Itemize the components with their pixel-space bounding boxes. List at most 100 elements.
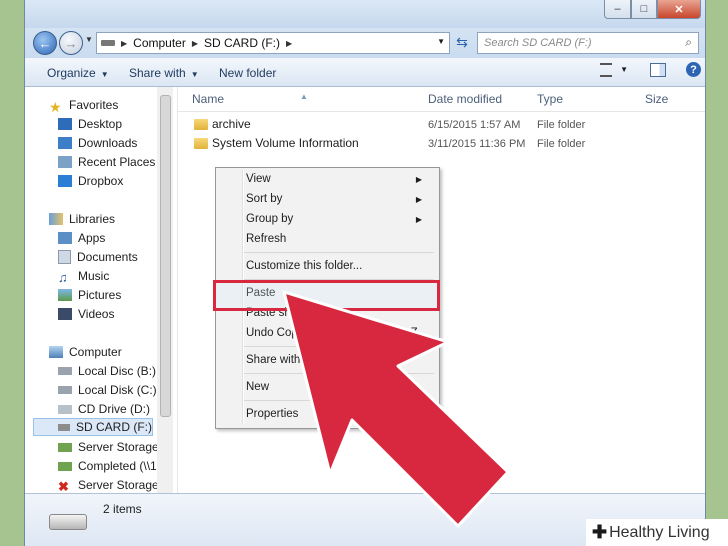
music-note-icon: ♫ [58, 270, 68, 285]
dropbox-icon [58, 175, 72, 187]
breadcrumb-sd-card[interactable]: SD CARD (F:) [204, 36, 280, 50]
file-row-system-volume[interactable]: System Volume Information [194, 134, 359, 152]
nav-favorites[interactable]: ★ Favorites [49, 96, 119, 115]
nav-computer[interactable]: Computer [49, 343, 122, 361]
disk-drive-icon [58, 386, 72, 394]
back-arrow-icon: ← [38, 35, 52, 51]
group-by-label: Group by [246, 213, 294, 225]
nav-item-desktop[interactable]: Desktop [58, 115, 122, 133]
nav-disc-b-label: Local Disc (B:) [78, 364, 157, 378]
forward-arrow-icon: → [64, 35, 78, 51]
nav-item-completed[interactable]: Completed (\\19 [58, 457, 163, 475]
share-with-button[interactable]: Share with ▼ [129, 66, 199, 80]
nav-item-local-disc-b[interactable]: Local Disc (B:) [58, 362, 156, 380]
disconnected-drive-icon: ✖ [58, 479, 69, 494]
pictures-icon [58, 289, 72, 301]
libraries-icon [49, 213, 63, 225]
menu-item-sort-by[interactable]: Sort by ▶ [246, 190, 432, 208]
menu-item-undo-copy[interactable]: Undo Cop [246, 324, 298, 342]
folder-icon [194, 137, 208, 149]
nav-favorites-label: Favorites [69, 98, 119, 112]
forward-button[interactable]: → [59, 31, 83, 55]
nav-item-apps[interactable]: Apps [58, 229, 105, 247]
toolbar-icons: ▼ ? [600, 62, 701, 77]
organize-button[interactable]: Organize ▼ [47, 66, 109, 80]
nav-item-downloads[interactable]: Downloads [58, 134, 137, 152]
chevron-right-icon[interactable]: ▶ [192, 39, 198, 48]
nav-recent-label: Recent Places [78, 155, 156, 169]
sort-by-label: Sort by [246, 193, 283, 205]
chevron-down-icon: ▼ [190, 70, 199, 79]
file-date: 6/15/2015 1:57 AM [428, 119, 521, 131]
menu-item-view[interactable]: View ▶ [246, 170, 432, 188]
nav-item-cd-drive[interactable]: CD Drive (D:) [58, 400, 150, 418]
network-drive-icon [58, 461, 72, 471]
videos-icon [58, 308, 72, 320]
menu-item-share-with[interactable]: Share with [246, 351, 300, 369]
file-date: 3/11/2015 11:36 PM [428, 138, 526, 150]
recent-pages-dropdown-icon[interactable]: ▼ [85, 35, 93, 44]
menu-item-new[interactable]: New [246, 378, 269, 396]
command-bar: Organize ▼ Share with ▼ New folder ▼ ? [25, 58, 705, 87]
nav-item-pictures[interactable]: Pictures [58, 286, 121, 304]
file-type: File folder [537, 119, 586, 131]
view-dropdown-icon[interactable]: ▼ [620, 65, 628, 74]
preview-pane-icon[interactable] [650, 62, 666, 77]
new-folder-button[interactable]: New folder [219, 66, 276, 80]
nav-item-music[interactable]: ♫ Music [58, 267, 109, 285]
minimize-button[interactable]: – [604, 0, 631, 19]
window-controls: – □ ✕ [604, 0, 701, 20]
nav-item-server-storage[interactable]: Server Storage 2 [58, 438, 169, 456]
search-input[interactable]: Search SD CARD (F:) ⌕ [477, 32, 699, 54]
column-size[interactable]: Size [645, 92, 668, 106]
nav-item-dropbox[interactable]: Dropbox [58, 172, 123, 190]
chevron-right-icon[interactable]: ▶ [286, 39, 292, 48]
search-icon[interactable]: ⌕ [685, 35, 692, 50]
desktop-icon [58, 118, 72, 130]
refresh-button[interactable]: ⇆ [452, 32, 472, 52]
nav-item-local-disk-c[interactable]: Local Disk (C:) [58, 381, 157, 399]
change-view-icon[interactable] [600, 62, 613, 77]
menu-item-properties[interactable]: Properties [246, 405, 298, 423]
chevron-right-icon[interactable]: ▶ [121, 39, 127, 48]
close-button[interactable]: ✕ [657, 0, 701, 19]
search-placeholder: Search SD CARD (F:) [484, 37, 592, 49]
nav-item-recent-places[interactable]: Recent Places [58, 153, 155, 171]
breadcrumb-computer[interactable]: Computer [133, 36, 186, 50]
help-icon[interactable]: ? [686, 62, 701, 77]
nav-scrollbar[interactable] [157, 87, 173, 493]
menu-item-customize[interactable]: Customize this folder... [246, 257, 362, 275]
folder-icon [194, 118, 208, 130]
scrollbar-thumb[interactable] [160, 95, 171, 417]
refresh-icon: ⇆ [456, 33, 468, 50]
computer-icon [49, 346, 63, 358]
nav-apps-label: Apps [78, 231, 106, 245]
nav-item-videos[interactable]: Videos [58, 305, 114, 323]
nav-item-server-storage-2[interactable]: ✖ Server Storage 2 [58, 476, 169, 494]
column-date-modified[interactable]: Date modified [428, 92, 502, 106]
submenu-arrow-icon: ▶ [415, 194, 422, 204]
nav-item-documents[interactable]: Documents [58, 248, 138, 266]
address-dropdown-icon[interactable]: ▼ [437, 37, 445, 46]
navigation-pane: ★ Favorites Desktop Downloads Recent Plac… [25, 87, 175, 494]
sd-card-drive-icon [58, 423, 70, 431]
back-button[interactable]: ← [33, 31, 57, 55]
file-row-archive[interactable]: archive [194, 115, 251, 133]
network-drive-icon [58, 442, 72, 452]
column-name[interactable]: Name [192, 92, 224, 106]
column-type[interactable]: Type [537, 92, 563, 106]
nav-libraries[interactable]: Libraries [49, 210, 115, 228]
nav-item-sd-card[interactable]: SD CARD (F:) [33, 418, 153, 436]
nav-dropbox-label: Dropbox [78, 174, 124, 188]
watermark-text: Healthy Living [609, 523, 710, 541]
address-row: ← → ▼ ▶ Computer ▶ SD CARD (F:) ▶ ▼ ⇆ Se… [25, 28, 705, 58]
menu-item-refresh[interactable]: Refresh [246, 230, 286, 248]
file-name: System Volume Information [212, 136, 359, 150]
item-count: 2 items [103, 502, 142, 516]
healthy-living-plus-icon: ✚ [592, 522, 608, 542]
menu-item-group-by[interactable]: Group by ▶ [246, 210, 432, 228]
maximize-button[interactable]: □ [631, 0, 657, 19]
nav-music-label: Music [78, 269, 110, 283]
address-bar[interactable]: ▶ Computer ▶ SD CARD (F:) ▶ ▼ [96, 32, 450, 54]
nav-server-label: Server Storage 2 [78, 440, 169, 454]
